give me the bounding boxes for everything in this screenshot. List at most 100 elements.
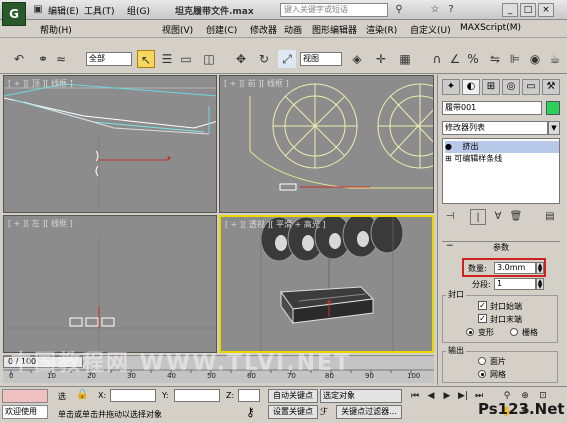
previous-frame-icon[interactable]: ◀ xyxy=(424,389,438,403)
search-icon[interactable]: ⚲ xyxy=(392,3,406,17)
selection-filter-select[interactable]: 全部 xyxy=(86,52,132,66)
selected-object-select[interactable]: 选定对象 xyxy=(320,389,402,403)
save-icon[interactable]: ▣ xyxy=(31,3,45,17)
lightbulb-icon[interactable]: ● xyxy=(445,142,455,151)
next-frame-icon[interactable]: ▶| xyxy=(456,389,470,403)
motion-tab-icon[interactable]: ◎ xyxy=(502,79,520,95)
menu-customize[interactable]: 自定义(U) xyxy=(410,23,451,36)
rotate-icon[interactable]: ↻ xyxy=(255,50,273,68)
grid-radio[interactable] xyxy=(510,328,518,336)
chevron-down-icon[interactable]: ▼ xyxy=(548,121,560,135)
x-coordinate-field[interactable] xyxy=(110,389,156,402)
viewport-label-left[interactable]: [ + ][ 左 ][ 线框 ] xyxy=(8,218,73,229)
lock-icon[interactable]: 🔒 xyxy=(76,389,88,400)
select-manipulate-icon[interactable]: ✛ xyxy=(372,50,390,68)
show-end-result-icon[interactable]: | xyxy=(470,209,486,225)
make-unique-icon[interactable]: ∀ xyxy=(490,209,506,225)
menu-tools[interactable]: 工具(T) xyxy=(84,4,115,17)
y-coordinate-field[interactable] xyxy=(174,389,220,402)
menu-modifiers[interactable]: 修改器 xyxy=(250,23,277,36)
viewport-perspective[interactable]: [ + ][ 透视 ][ 平滑 + 高光 ] xyxy=(219,215,434,353)
viewport-front[interactable]: [ + ][ 前 ][ 线框 ] xyxy=(219,75,434,213)
menu-help[interactable]: 帮助(H) xyxy=(40,23,72,36)
menu-edit[interactable]: 编辑(E) xyxy=(48,4,79,17)
patch-radio[interactable] xyxy=(478,357,486,365)
capping-group-title: 封口 xyxy=(446,289,466,300)
select-by-name-icon[interactable]: ☰ xyxy=(158,50,176,68)
maxscript-listener[interactable] xyxy=(2,389,48,403)
menu-create[interactable]: 创建(C) xyxy=(206,23,237,36)
segments-spinner[interactable]: ▲ ▼ xyxy=(536,278,544,290)
key-filters-button[interactable]: 关键点过滤器... xyxy=(336,405,402,419)
menu-graph-editors[interactable]: 图形编辑器 xyxy=(312,23,357,36)
object-color-swatch[interactable] xyxy=(546,101,560,115)
percent-snap-icon[interactable]: % xyxy=(464,50,482,68)
auto-key-button[interactable]: 自动关键点 xyxy=(268,389,318,403)
object-name-field[interactable]: 履带001 xyxy=(442,101,542,115)
set-key-button[interactable]: 设置关键点 xyxy=(268,405,318,419)
key-filter-icon[interactable]: ℱ xyxy=(320,407,328,418)
menu-view[interactable]: 视图(V) xyxy=(162,23,193,36)
move-icon[interactable]: ✥ xyxy=(232,50,250,68)
stack-item-editable-spline[interactable]: ⊞ 可编辑样条线 xyxy=(445,153,502,165)
hierarchy-tab-icon[interactable]: ⊞ xyxy=(482,79,500,95)
stack-item-extrude[interactable]: ● 挤出 xyxy=(445,141,559,153)
menu-maxscript[interactable]: MAXScript(M) xyxy=(460,23,521,33)
y-label: Y: xyxy=(162,391,169,400)
rect-select-icon[interactable]: ▭ xyxy=(177,50,195,68)
cap-end-checkbox[interactable]: ✓ xyxy=(478,314,487,323)
minimize-button[interactable]: _ xyxy=(502,3,518,17)
key-icon[interactable]: ⚷ xyxy=(246,405,255,419)
angle-snap-icon[interactable]: ∠ xyxy=(446,50,464,68)
menu-animation[interactable]: 动画 xyxy=(284,23,302,36)
close-button[interactable]: × xyxy=(538,3,554,17)
amount-field[interactable]: 3.0mm xyxy=(494,262,536,274)
configure-sets-icon[interactable]: ▤ xyxy=(542,209,558,225)
cap-start-checkbox[interactable]: ✓ xyxy=(478,301,487,310)
app-logo[interactable]: G xyxy=(2,2,26,26)
menu-group[interactable]: 组(G) xyxy=(127,4,150,17)
create-tab-icon[interactable]: ✦ xyxy=(442,79,460,95)
display-tab-icon[interactable]: ▭ xyxy=(522,79,540,95)
menu-rendering[interactable]: 渲染(R) xyxy=(366,23,397,36)
expand-icon[interactable]: ⊞ xyxy=(445,154,454,163)
modifier-list-select[interactable]: 修改器列表 xyxy=(442,121,548,135)
viewport-label-top[interactable]: [ + ][ 顶 ][ 线框 ] xyxy=(8,78,73,89)
undo-icon[interactable]: ↶ xyxy=(10,50,28,68)
parameters-rollout-title[interactable]: 参数 xyxy=(442,241,560,253)
scale-icon[interactable]: ⤢ xyxy=(278,50,296,68)
segments-field[interactable]: 1 xyxy=(494,278,536,290)
mirror-icon[interactable]: ⇋ xyxy=(486,50,504,68)
maximize-button[interactable]: □ xyxy=(520,3,536,17)
remove-modifier-icon[interactable]: 🗑 xyxy=(508,209,524,225)
viewport-label-perspective[interactable]: [ + ][ 透视 ][ 平滑 + 高光 ] xyxy=(225,219,325,230)
viewport-top[interactable]: [ + ][ 顶 ][ 线框 ] xyxy=(3,75,217,213)
main-toolbar: ↶ ⚭ ≈ 全部 ↖ ☰ ▭ ◫ ✥ ↻ ⤢ 视图 ◈ ✛ ▦ ∩ ∠ % ⇋ … xyxy=(0,38,567,74)
help-icon[interactable]: ? xyxy=(444,3,458,17)
z-coordinate-field[interactable] xyxy=(238,389,260,402)
unlink-icon[interactable]: ≈ xyxy=(52,50,70,68)
align-icon[interactable]: ⊫ xyxy=(506,50,524,68)
modify-tab-icon[interactable]: ◐ xyxy=(462,79,480,95)
viewport-label-front[interactable]: [ + ][ 前 ][ 线框 ] xyxy=(224,78,289,89)
keyboard-shortcut-icon[interactable]: ▦ xyxy=(396,50,414,68)
snap-icon[interactable]: ∩ xyxy=(428,50,446,68)
utilities-tab-icon[interactable]: ⚒ xyxy=(542,79,560,95)
search-input[interactable]: 键入关键字或短语 xyxy=(280,3,388,17)
material-editor-icon[interactable]: ◉ xyxy=(526,50,544,68)
play-icon[interactable]: ▶ xyxy=(440,389,454,403)
mesh-radio[interactable] xyxy=(478,370,486,378)
window-crossing-icon[interactable]: ◫ xyxy=(200,50,218,68)
viewport-left[interactable]: [ + ][ 左 ][ 线框 ] xyxy=(3,215,217,353)
star-icon[interactable]: ☆ xyxy=(428,3,442,17)
pin-stack-icon[interactable]: ⊣ xyxy=(442,209,458,225)
go-to-start-icon[interactable]: ⏮ xyxy=(408,389,422,403)
link-icon[interactable]: ⚭ xyxy=(34,50,52,68)
ref-coord-select[interactable]: 视图 xyxy=(300,52,342,66)
prompt-text: 单击或单击并拖动以选择对象 xyxy=(58,410,162,419)
amount-spinner[interactable]: ▲ ▼ xyxy=(536,262,544,274)
pivot-icon[interactable]: ◈ xyxy=(348,50,366,68)
morph-radio[interactable] xyxy=(466,328,474,336)
render-icon[interactable]: ☕ xyxy=(546,50,564,68)
select-object-icon[interactable]: ↖ xyxy=(137,50,155,68)
